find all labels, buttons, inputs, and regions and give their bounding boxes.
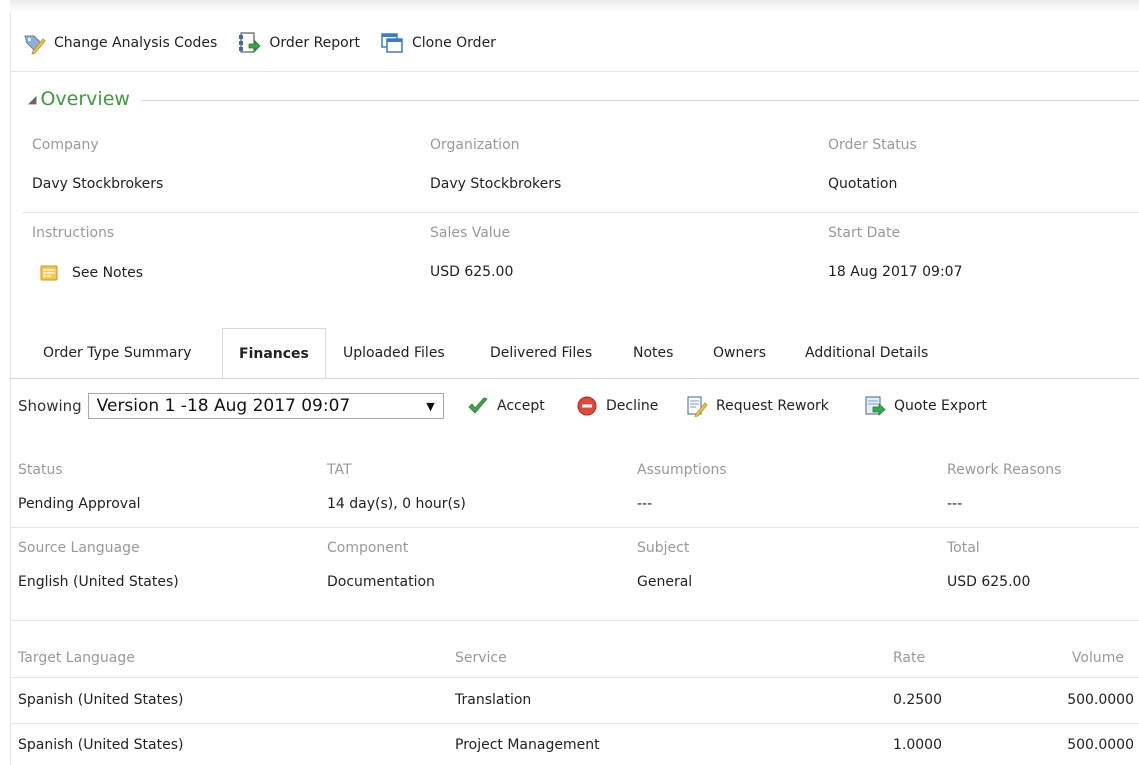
company-value: Davy Stockbrokers: [32, 176, 164, 192]
start-date-value: 18 Aug 2017 09:07: [828, 264, 963, 280]
tab-uploaded-files[interactable]: Uploaded Files: [343, 328, 445, 378]
total-label: Total: [947, 540, 980, 556]
row-rate: 0.2500: [893, 692, 942, 708]
row-service: Project Management: [455, 737, 600, 753]
source-language-label: Source Language: [18, 540, 140, 556]
minus-circle-icon: [577, 396, 597, 416]
overview-divider: [22, 212, 1139, 213]
document-pencil-icon: [687, 396, 708, 417]
order-status-value: Quotation: [828, 176, 898, 192]
tat-label: TAT: [327, 462, 352, 478]
rework-reasons-label: Rework Reasons: [947, 462, 1062, 478]
subject-value: General: [637, 574, 693, 590]
start-date-label: Start Date: [828, 225, 901, 241]
col-header-target-language: Target Language: [18, 650, 135, 666]
dropdown-arrow-icon: ▼: [426, 399, 435, 413]
assumptions-label: Assumptions: [637, 462, 727, 478]
tab-finances[interactable]: Finances: [222, 328, 326, 379]
accept-label: Accept: [497, 398, 545, 414]
row-target-language: Spanish (United States): [18, 692, 184, 708]
organization-value: Davy Stockbrokers: [430, 176, 562, 192]
tat-value: 14 day(s), 0 hour(s): [327, 496, 466, 512]
tab-order-type-summary[interactable]: Order Type Summary: [43, 328, 192, 378]
sales-value-value: USD 625.00: [430, 264, 514, 280]
tab-owners[interactable]: Owners: [713, 328, 766, 378]
row-rate: 1.0000: [893, 737, 942, 753]
source-language-value: English (United States): [18, 574, 179, 590]
row-volume: 500.0000: [1067, 737, 1134, 753]
table-header-divider: [10, 677, 1139, 678]
row-volume: 500.0000: [1067, 692, 1134, 708]
sales-value-label: Sales Value: [430, 225, 511, 241]
checkmark-icon: [468, 397, 488, 414]
finance-divider: [10, 527, 1139, 528]
table-top-divider: [10, 620, 1139, 621]
see-notes-link[interactable]: See Notes: [40, 264, 143, 282]
tab-delivered-files[interactable]: Delivered Files: [490, 328, 592, 378]
table-row-divider: [10, 723, 1139, 724]
tab-notes[interactable]: Notes: [633, 328, 673, 378]
row-target-language: Spanish (United States): [18, 737, 184, 753]
request-rework-label: Request Rework: [716, 398, 829, 414]
clone-order-label: Clone Order: [411, 35, 496, 51]
order-report-button[interactable]: Order Report: [237, 31, 360, 55]
quote-export-button[interactable]: Quote Export: [864, 392, 987, 420]
version-selected-value: Version 1 -18 Aug 2017 09:07: [96, 396, 351, 416]
assumptions-value: ---: [637, 496, 653, 512]
order-tabs: Order Type Summary Finances Uploaded Fil…: [10, 328, 1139, 379]
note-icon: [40, 265, 58, 281]
version-select[interactable]: Version 1 -18 Aug 2017 09:07 ▼: [87, 393, 444, 419]
rework-reasons-value: ---: [947, 496, 963, 512]
quote-export-label: Quote Export: [894, 398, 987, 414]
overview-title: Overview: [40, 88, 130, 110]
component-value: Documentation: [327, 574, 435, 590]
tag-pencil-icon: [24, 35, 46, 55]
total-value: USD 625.00: [947, 574, 1031, 590]
clone-windows-icon: [381, 33, 403, 53]
toolbar-divider: [10, 71, 1139, 72]
tabs-baseline: [10, 378, 1139, 379]
order-status-label: Order Status: [828, 137, 917, 153]
organization-label: Organization: [430, 137, 520, 153]
order-toolbar: Change Analysis Codes Order Report Clone…: [22, 28, 516, 58]
status-label: Status: [18, 462, 63, 478]
tab-additional-details[interactable]: Additional Details: [805, 328, 928, 378]
col-header-rate: Rate: [893, 650, 926, 666]
change-analysis-codes-button[interactable]: Change Analysis Codes: [22, 31, 217, 55]
export-icon: [865, 396, 886, 416]
decline-label: Decline: [606, 398, 659, 414]
clone-order-button[interactable]: Clone Order: [380, 31, 496, 55]
subject-label: Subject: [637, 540, 690, 556]
company-label: Company: [32, 137, 99, 153]
overview-rule: [141, 99, 1139, 101]
showing-label: Showing: [18, 397, 82, 415]
status-value: Pending Approval: [18, 496, 141, 512]
request-rework-button[interactable]: Request Rework: [686, 392, 829, 420]
accept-button[interactable]: Accept: [467, 392, 545, 420]
row-service: Translation: [455, 692, 532, 708]
col-header-service: Service: [455, 650, 507, 666]
component-label: Component: [327, 540, 409, 556]
change-analysis-codes-label: Change Analysis Codes: [54, 35, 218, 51]
see-notes-label: See Notes: [72, 265, 143, 281]
col-header-volume: Volume: [1071, 650, 1124, 666]
instructions-label: Instructions: [32, 225, 115, 241]
version-selector-group: Showing Version 1 -18 Aug 2017 09:07 ▼: [18, 392, 444, 420]
collapse-triangle-icon[interactable]: ◢: [28, 93, 36, 106]
order-report-label: Order Report: [269, 35, 360, 51]
decline-button[interactable]: Decline: [576, 392, 658, 420]
overview-header[interactable]: ◢ Overview: [28, 86, 1139, 112]
report-export-icon: [239, 32, 261, 53]
top-shadow: [10, 0, 1139, 12]
content-frame: [10, 12, 1139, 765]
